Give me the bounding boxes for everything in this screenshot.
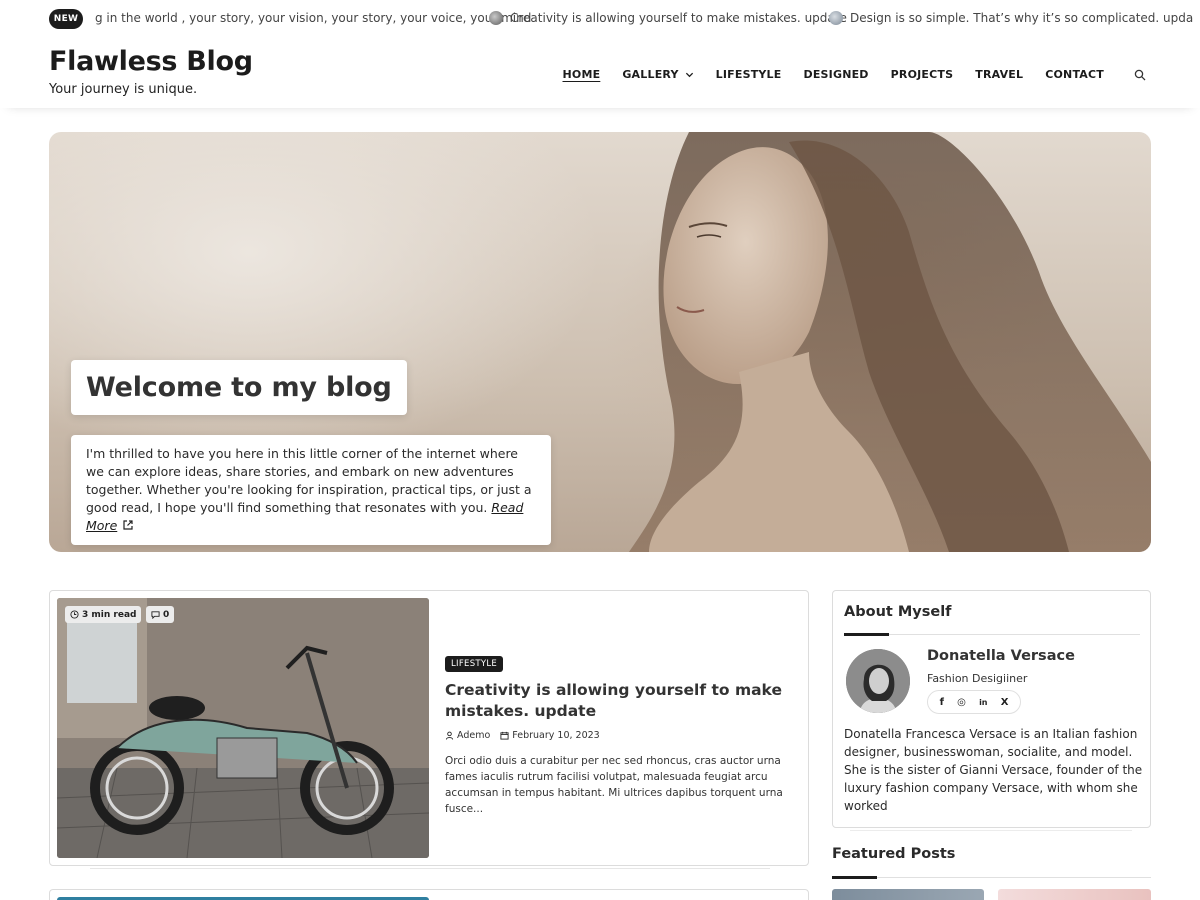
social-links: f ◎ in X <box>927 690 1021 714</box>
post-meta: Ademo February 10, 2023 <box>445 730 795 741</box>
nav-label: TRAVEL <box>975 68 1024 81</box>
avatar <box>846 649 910 713</box>
comment-count: 0 <box>163 609 170 620</box>
new-badge: NEW <box>49 9 83 29</box>
featured-post-thumbnail[interactable] <box>832 889 984 900</box>
post-date: February 10, 2023 <box>512 730 600 741</box>
about-heading: About Myself <box>844 604 952 620</box>
post-date-wrap: February 10, 2023 <box>500 730 600 741</box>
author-role: Fashion Desigiiner <box>927 672 1028 685</box>
x-icon[interactable]: X <box>1001 697 1009 708</box>
nav-item-home[interactable]: HOME <box>563 68 601 81</box>
site-header: Flawless Blog Your journey is unique. HO… <box>0 38 1200 108</box>
hero-intro-text: I'm thrilled to have you here in this li… <box>86 446 532 515</box>
nav-item-gallery[interactable]: GALLERY <box>622 68 693 81</box>
calendar-icon <box>500 731 509 740</box>
post-card[interactable]: 3 min read 0 LIFESTYLE Creativity is all… <box>49 590 809 866</box>
read-time-text: 3 min read <box>82 609 137 620</box>
ticker-item[interactable]: g in the world , your story, your vision… <box>95 11 531 25</box>
heading-accent <box>844 633 889 636</box>
nav-item-projects[interactable]: PROJECTS <box>891 68 954 81</box>
external-link-icon[interactable] <box>122 519 134 531</box>
post-card[interactable] <box>49 889 809 900</box>
category-badge[interactable]: LIFESTYLE <box>445 656 504 672</box>
ticker-item-text: g in the world , your story, your vision… <box>95 11 532 25</box>
chevron-down-icon <box>685 72 693 78</box>
post-excerpt: Orci odio duis a curabitur per nec sed r… <box>445 755 783 815</box>
heading-accent <box>832 876 877 879</box>
nav-item-designed[interactable]: DESIGNED <box>804 68 869 81</box>
ticker-item[interactable]: Creativity is allowing yourself to make … <box>489 11 847 25</box>
hero-intro-box: I'm thrilled to have you here in this li… <box>71 435 551 545</box>
hero-title-box: Welcome to my blog <box>71 360 407 415</box>
news-ticker: NEW g in the world , your story, your vi… <box>0 0 1200 38</box>
nav-label: PROJECTS <box>890 68 954 81</box>
nav-label: DESIGNED <box>803 68 869 81</box>
post-author[interactable]: Ademo <box>457 730 490 741</box>
widget-divider <box>850 830 1132 831</box>
nav-label: GALLERY <box>622 68 679 81</box>
clock-icon <box>70 610 79 619</box>
read-time-badge: 3 min read <box>65 606 142 623</box>
site-title[interactable]: Flawless Blog <box>49 46 253 77</box>
card-divider <box>90 868 770 869</box>
ticker-item[interactable]: Design is so simple. That’s why it’s so … <box>829 11 1193 25</box>
comment-icon <box>151 611 160 619</box>
linkedin-icon[interactable]: in <box>979 698 987 707</box>
nav-item-lifestyle[interactable]: LIFESTYLE <box>716 68 782 81</box>
ticker-item-text: Design is so simple. That’s why it’s so … <box>850 11 1194 25</box>
nav-item-contact[interactable]: CONTACT <box>1045 68 1104 81</box>
nav-label: LIFESTYLE <box>715 68 782 81</box>
hero-title: Welcome to my blog <box>86 372 392 403</box>
nav-label: HOME <box>562 68 601 81</box>
hero-banner: Welcome to my blog I'm thrilled to have … <box>49 132 1151 552</box>
nav-label: CONTACT <box>1045 68 1104 81</box>
post-title[interactable]: Creativity is allowing yourself to make … <box>445 680 795 722</box>
about-widget: About Myself Donatella Versace Fashion D… <box>832 590 1151 828</box>
search-icon[interactable] <box>1134 69 1146 81</box>
author-bio: Donatella Francesca Versace is an Italia… <box>844 727 1143 813</box>
ticker-item-text: Creativity is allowing yourself to make … <box>510 11 847 25</box>
featured-posts-heading: Featured Posts <box>832 846 956 862</box>
author-name: Donatella Versace <box>927 648 1075 664</box>
facebook-icon[interactable]: f <box>940 697 944 708</box>
motorcycle-photo <box>57 598 429 858</box>
instagram-icon[interactable]: ◎ <box>957 697 966 708</box>
user-icon <box>445 731 454 740</box>
featured-post-thumbnail[interactable] <box>998 889 1151 900</box>
site-tagline: Your journey is unique. <box>49 82 198 97</box>
main-nav: HOME GALLERY LIFESTYLE DESIGNED PROJECTS… <box>541 68 1147 81</box>
heading-rule <box>832 877 1151 878</box>
ticker-thumbnail <box>489 11 503 25</box>
nav-item-travel[interactable]: TRAVEL <box>975 68 1023 81</box>
comment-count-badge[interactable]: 0 <box>146 606 175 623</box>
post-thumbnail[interactable]: 3 min read 0 <box>57 598 429 858</box>
post-body: LIFESTYLE Creativity is allowing yoursel… <box>445 651 795 817</box>
ticker-thumbnail <box>829 11 843 25</box>
